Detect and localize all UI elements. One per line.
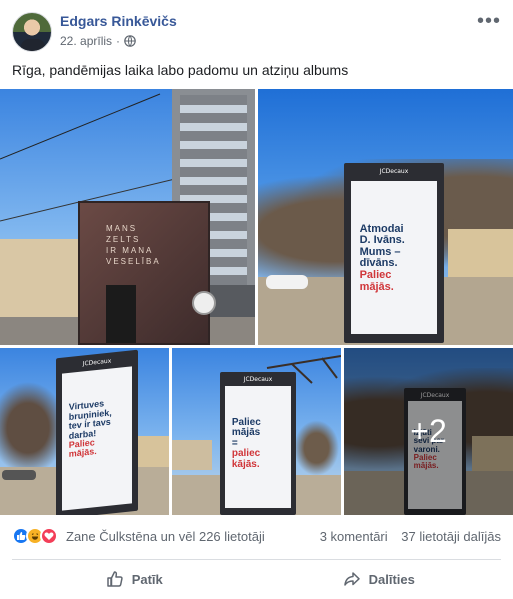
meta-separator: · — [116, 34, 121, 48]
photo-5[interactable]: JCDecaux Izjūti sevi par varoni. Paliec … — [344, 348, 513, 515]
post-date[interactable]: 22. aprīlis — [60, 34, 112, 48]
divider — [12, 559, 501, 560]
post-header: Edgars Rinkēvičs 22. aprīlis · ••• — [12, 11, 501, 54]
poster: JCDecaux Atmodai D. Ivāns. Mums – dīvāns… — [344, 163, 444, 343]
poster-text: Atmodai D. Ivāns. Mums – dīvāns. Paliec … — [359, 222, 405, 293]
more-photos-count: +2 — [410, 413, 447, 449]
share-label: Dalīties — [368, 571, 415, 587]
globe-icon — [124, 35, 136, 47]
poster: JCDecaux Virtuves bruņiniek, tev ir tavs… — [56, 349, 138, 515]
photo-grid: MANS ZELTS IR MANA VESELĪBA JCDecaux Atm… — [0, 89, 513, 515]
kiosk: MANS ZELTS IR MANA VESELĪBA — [78, 201, 210, 345]
more-photos-overlay[interactable]: +2 — [344, 348, 513, 515]
car — [2, 470, 36, 480]
shares-count[interactable]: 37 lietotāji dalījās — [401, 529, 501, 544]
reaction-icons[interactable] — [12, 527, 58, 545]
share-arrow-icon — [343, 572, 360, 586]
post-caption: Rīga, pandēmijas laika labo padomu un at… — [12, 62, 349, 78]
engagement-counts: 3 komentāri 37 lietotāji dalījās — [320, 529, 501, 544]
photo-3[interactable]: JCDecaux Virtuves bruņiniek, tev ir tavs… — [0, 348, 169, 515]
more-options-icon[interactable]: ••• — [477, 11, 501, 31]
poster-text: Paliec mājās = paliec kājās. — [231, 416, 261, 470]
poster-brand: JCDecaux — [243, 376, 273, 384]
reactions-text[interactable]: Zane Čulkstēna un vēl 226 lietotāji — [66, 529, 265, 544]
share-button[interactable]: Dalīties — [257, 562, 502, 596]
like-label: Patīk — [131, 571, 163, 587]
photo-4[interactable]: JCDecaux Paliec mājās = paliec kājās. — [172, 348, 341, 515]
post-meta: 22. aprīlis · — [60, 34, 136, 48]
avatar[interactable] — [12, 12, 52, 52]
poster: JCDecaux Paliec mājās = paliec kājās. — [220, 372, 296, 515]
author-name[interactable]: Edgars Rinkēvičs — [60, 13, 177, 29]
building — [172, 440, 212, 470]
poster-screen: Atmodai D. Ivāns. Mums – dīvāns. Paliec … — [351, 181, 437, 334]
photo-2[interactable]: JCDecaux Atmodai D. Ivāns. Mums – dīvāns… — [258, 89, 513, 345]
photo-1[interactable]: MANS ZELTS IR MANA VESELĪBA — [0, 89, 255, 345]
building — [448, 229, 513, 277]
kiosk-door — [106, 285, 136, 343]
love-icon — [40, 527, 58, 545]
like-button[interactable]: Patīk — [12, 562, 257, 596]
thumbs-up-icon — [106, 571, 123, 587]
poster-brand: JCDecaux — [379, 168, 409, 176]
comments-count[interactable]: 3 komentāri — [320, 529, 388, 544]
poster-text: Virtuves bruņiniek, tev ir tavs darba! P… — [68, 398, 112, 460]
car — [266, 275, 308, 289]
trees — [292, 418, 341, 478]
post-stats: Zane Čulkstēna un vēl 226 lietotāji 3 ko… — [12, 525, 501, 549]
poster-screen: Virtuves bruņiniek, tev ir tavs darba! P… — [61, 366, 133, 511]
action-bar: Patīk Dalīties — [12, 562, 501, 596]
kiosk-text: MANS ZELTS IR MANA VESELĪBA — [106, 224, 161, 266]
poster-screen: Paliec mājās = paliec kājās. — [225, 386, 291, 508]
road-sign — [192, 291, 216, 315]
